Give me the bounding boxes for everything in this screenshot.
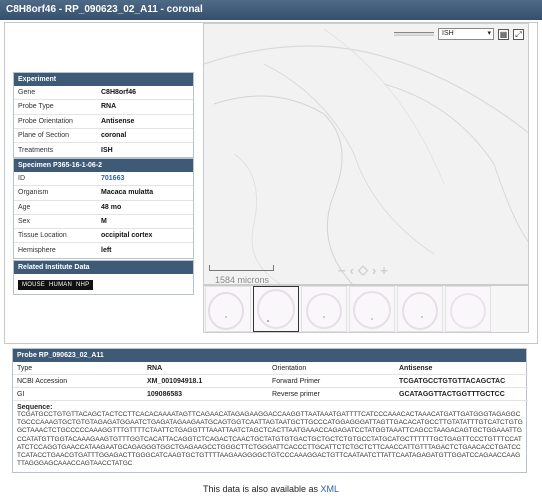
thumbnail[interactable] [301, 286, 347, 332]
thumbnail-image [450, 293, 486, 329]
zoom-slider[interactable] [394, 32, 434, 36]
specimen-value: left [101, 247, 112, 255]
experiment-value: C8H8orf46 [101, 89, 137, 97]
experiment-row: Treatments ISH [14, 143, 193, 157]
specimen-key: ID [18, 175, 25, 183]
probe-value: GCATAGGTTACTGGTTTGCTCC [395, 388, 528, 401]
specimen-row: ID 701663 [14, 172, 193, 187]
thumbnail[interactable] [445, 286, 491, 332]
nhp-link[interactable]: NHP [76, 282, 89, 288]
related-links: MOUSE HUMAN NHP [14, 274, 193, 294]
zoom-out-icon[interactable]: − [338, 263, 346, 278]
specimen-value: M [101, 218, 107, 226]
experiment-key: Probe Type [18, 103, 54, 111]
specimen-value: Macaca mulatta [101, 189, 154, 197]
probe-panel: Probe RP_090623_02_A11 Type RNA Orientat… [12, 348, 528, 473]
experiment-row: Probe Orientation Antisense [14, 115, 193, 129]
image-viewer[interactable]: ISH ▾ ▦ ⤢ 1584 microns − ‹ ◇ › + [203, 23, 529, 285]
experiment-row: Probe Type RNA [14, 100, 193, 115]
specimen-row: Organism Macaca mulatta [14, 186, 193, 201]
specimen-row: Hemisphere left [14, 243, 193, 257]
mouse-link[interactable]: MOUSE [22, 282, 45, 288]
experiment-header: Experiment [14, 73, 193, 86]
institute-links-bar: MOUSE HUMAN NHP [18, 280, 94, 290]
probe-header: Probe RP_090623_02_A11 [13, 349, 526, 362]
probe-table: Type RNA Orientation Antisense NCBI Acce… [13, 362, 528, 401]
probe-key: Reverse primer [268, 388, 395, 401]
probe-key: GI [13, 388, 143, 401]
specimen-value: occipital cortex [101, 232, 153, 240]
zoom-in-icon[interactable]: + [380, 263, 388, 278]
grid-icon[interactable]: ▦ [498, 28, 509, 40]
sequence-text: TCGATGCCTGTGTTACAGCTACTCCTTCACACAAAATAGT… [17, 411, 523, 468]
experiment-key: Gene [18, 89, 36, 97]
thumbnail-strip [203, 285, 529, 333]
pan-center-icon[interactable]: ◇ [358, 262, 368, 278]
specimen-key: Hemisphere [18, 247, 56, 255]
experiment-panel: Experiment Gene C8H8orf46 Probe Type RNA P… [13, 72, 194, 159]
stain-select-value: ISH [442, 30, 454, 37]
probe-value: Antisense [395, 362, 528, 375]
thumbnail-selected[interactable] [253, 286, 299, 332]
thumbnail-image [208, 292, 244, 330]
specimen-key: Tissue Location [18, 232, 67, 240]
specimen-value: 48 mo [101, 203, 122, 211]
thumbnail[interactable] [397, 286, 443, 332]
probe-key: Forward Primer [268, 375, 395, 388]
chevron-down-icon: ▾ [487, 30, 491, 37]
probe-value: XM_001094918.1 [143, 375, 268, 388]
thumbnail-image [353, 291, 391, 329]
thumbnail-image [402, 292, 438, 330]
related-header: Related Institute Data [14, 261, 193, 274]
specimen-key: Age [18, 203, 31, 211]
probe-key: NCBI Accession [13, 375, 143, 388]
thumbnail[interactable] [205, 286, 251, 332]
specimen-row: Sex M [14, 215, 193, 230]
experiment-value: ISH [101, 146, 113, 154]
probe-value: RNA [143, 362, 268, 375]
footer-text: This data is also available as [202, 484, 319, 494]
viewer-toolbar: ISH ▾ ▦ ⤢ [394, 28, 524, 40]
thumbnail[interactable] [349, 286, 395, 332]
specimen-panel: Specimen P365-16-1-06-2 ID 701663 Organis… [13, 158, 194, 259]
footer: This data is also available as XML [0, 484, 542, 494]
experiment-value: RNA [101, 103, 117, 111]
specimen-id-link[interactable]: 701663 [101, 175, 124, 182]
experiment-value: Antisense [101, 117, 135, 125]
scale-bar [209, 265, 274, 271]
brain-section-image [204, 24, 528, 284]
pan-controls: − ‹ ◇ › + [338, 262, 388, 278]
stain-select[interactable]: ISH ▾ [438, 28, 494, 40]
human-link[interactable]: HUMAN [49, 282, 72, 288]
experiment-key: Probe Orientation [18, 117, 73, 125]
specimen-header: Specimen P365-16-1-06-2 [14, 159, 193, 172]
specimen-row: Tissue Location occipital cortex [14, 229, 193, 244]
window-title: C8H8orf46 - RP_090623_02_A11 - coronal [0, 0, 542, 20]
specimen-key: Organism [18, 189, 49, 197]
probe-value: 109086583 [143, 388, 268, 401]
pan-left-icon[interactable]: ‹ [350, 263, 354, 278]
xml-link[interactable]: XML [321, 484, 340, 494]
expand-icon[interactable]: ⤢ [513, 28, 524, 40]
probe-value: TCGATGCCTGTGTTACAGCTAC [395, 375, 528, 388]
specimen-key: Sex [18, 218, 31, 226]
specimen-row: Age 48 mo [14, 201, 193, 215]
experiment-row: Gene C8H8orf46 [14, 86, 193, 101]
thumbnail-image [306, 293, 342, 329]
pan-right-icon[interactable]: › [372, 263, 376, 278]
experiment-key: Plane of Section [18, 132, 69, 140]
sequence-label: Sequence: [17, 404, 53, 411]
probe-key: Type [13, 362, 143, 375]
experiment-value: coronal [101, 132, 127, 140]
probe-key: Orientation [268, 362, 395, 375]
related-panel: Related Institute Data MOUSE HUMAN NHP [13, 260, 194, 295]
experiment-row: Plane of Section coronal [14, 129, 193, 144]
scale-label: 1584 microns [215, 275, 270, 285]
thumbnail-image [257, 289, 295, 329]
experiment-key: Treatments [18, 146, 54, 154]
